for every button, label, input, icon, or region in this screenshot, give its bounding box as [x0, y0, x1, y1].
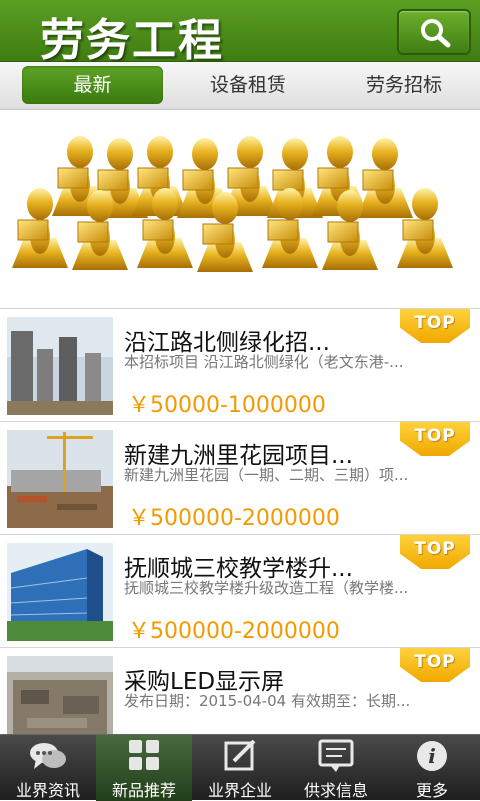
- nav-industry-companies[interactable]: 业界企业: [192, 735, 288, 801]
- app-title: 劳务工程: [40, 15, 224, 66]
- banner-image[interactable]: [0, 110, 480, 308]
- project-thumbnail: [7, 317, 113, 415]
- bottom-navigation: 业界资讯 新品推荐 业界企业 供求信息 i 更多: [0, 734, 480, 801]
- chat-bubbles-icon: [30, 743, 66, 769]
- top-badge: TOP: [400, 309, 470, 347]
- app-header: 劳务工程: [0, 0, 480, 66]
- list-item[interactable]: 采购LED显示屏 发布日期：2015-04-04 有效期至：长期... TOP: [0, 647, 480, 734]
- project-thumbnail: [7, 543, 113, 641]
- tab-latest[interactable]: 最新: [22, 66, 163, 104]
- nav-label: 供求信息: [303, 781, 368, 800]
- top-badge: TOP: [400, 535, 470, 573]
- nav-label: 更多: [415, 781, 448, 800]
- item-description: 本招标项目 沿江路北侧绿化（老文东港-...: [124, 353, 404, 371]
- list-item[interactable]: 沿江路北侧绿化招... 本招标项目 沿江路北侧绿化（老文东港-... ￥5000…: [0, 308, 480, 421]
- item-description: 发布日期：2015-04-04 有效期至：长期...: [124, 692, 411, 710]
- project-thumbnail: [7, 656, 113, 734]
- top-badge: TOP: [400, 422, 470, 460]
- nav-label: 业界企业: [207, 781, 272, 800]
- edit-icon: [224, 739, 256, 771]
- nav-label: 业界资讯: [15, 781, 80, 800]
- item-description: 抚顺城三校教学楼升级改造工程（教学楼...: [124, 579, 409, 597]
- top-badge: TOP: [400, 648, 470, 686]
- nav-new-products[interactable]: 新品推荐: [96, 735, 192, 801]
- tab-labor-tender[interactable]: 劳务招标: [334, 66, 474, 104]
- nav-label: 新品推荐: [111, 781, 176, 800]
- search-button[interactable]: [397, 9, 471, 55]
- nav-supply-demand[interactable]: 供求信息: [288, 735, 384, 801]
- grid-icon: [129, 740, 159, 770]
- project-list: 沿江路北侧绿化招... 本招标项目 沿江路北侧绿化（老文东港-... ￥5000…: [0, 308, 480, 734]
- golden-figures-illustration: [11, 135, 454, 273]
- item-price: ￥50000-1000000: [128, 393, 326, 418]
- project-thumbnail: [7, 430, 113, 528]
- item-price: ￥500000-2000000: [128, 619, 340, 644]
- svg-text:i: i: [428, 744, 436, 768]
- nav-more[interactable]: i 更多: [384, 735, 480, 801]
- info-icon: i: [417, 741, 447, 771]
- message-icon: [318, 739, 354, 772]
- list-item[interactable]: 新建九洲里花园项目... 新建九洲里花园（一期、二期、三期）项... ￥5000…: [0, 421, 480, 534]
- list-item[interactable]: 抚顺城三校教学楼升... 抚顺城三校教学楼升级改造工程（教学楼... ￥5000…: [0, 534, 480, 647]
- tab-equipment-rental[interactable]: 设备租赁: [178, 66, 318, 104]
- nav-industry-news[interactable]: 业界资讯: [0, 735, 96, 801]
- search-icon: [421, 19, 451, 48]
- item-price: ￥500000-2000000: [128, 506, 340, 531]
- item-description: 新建九洲里花园（一期、二期、三期）项...: [124, 466, 409, 484]
- tab-bar: 最新 设备租赁 劳务招标: [0, 62, 480, 110]
